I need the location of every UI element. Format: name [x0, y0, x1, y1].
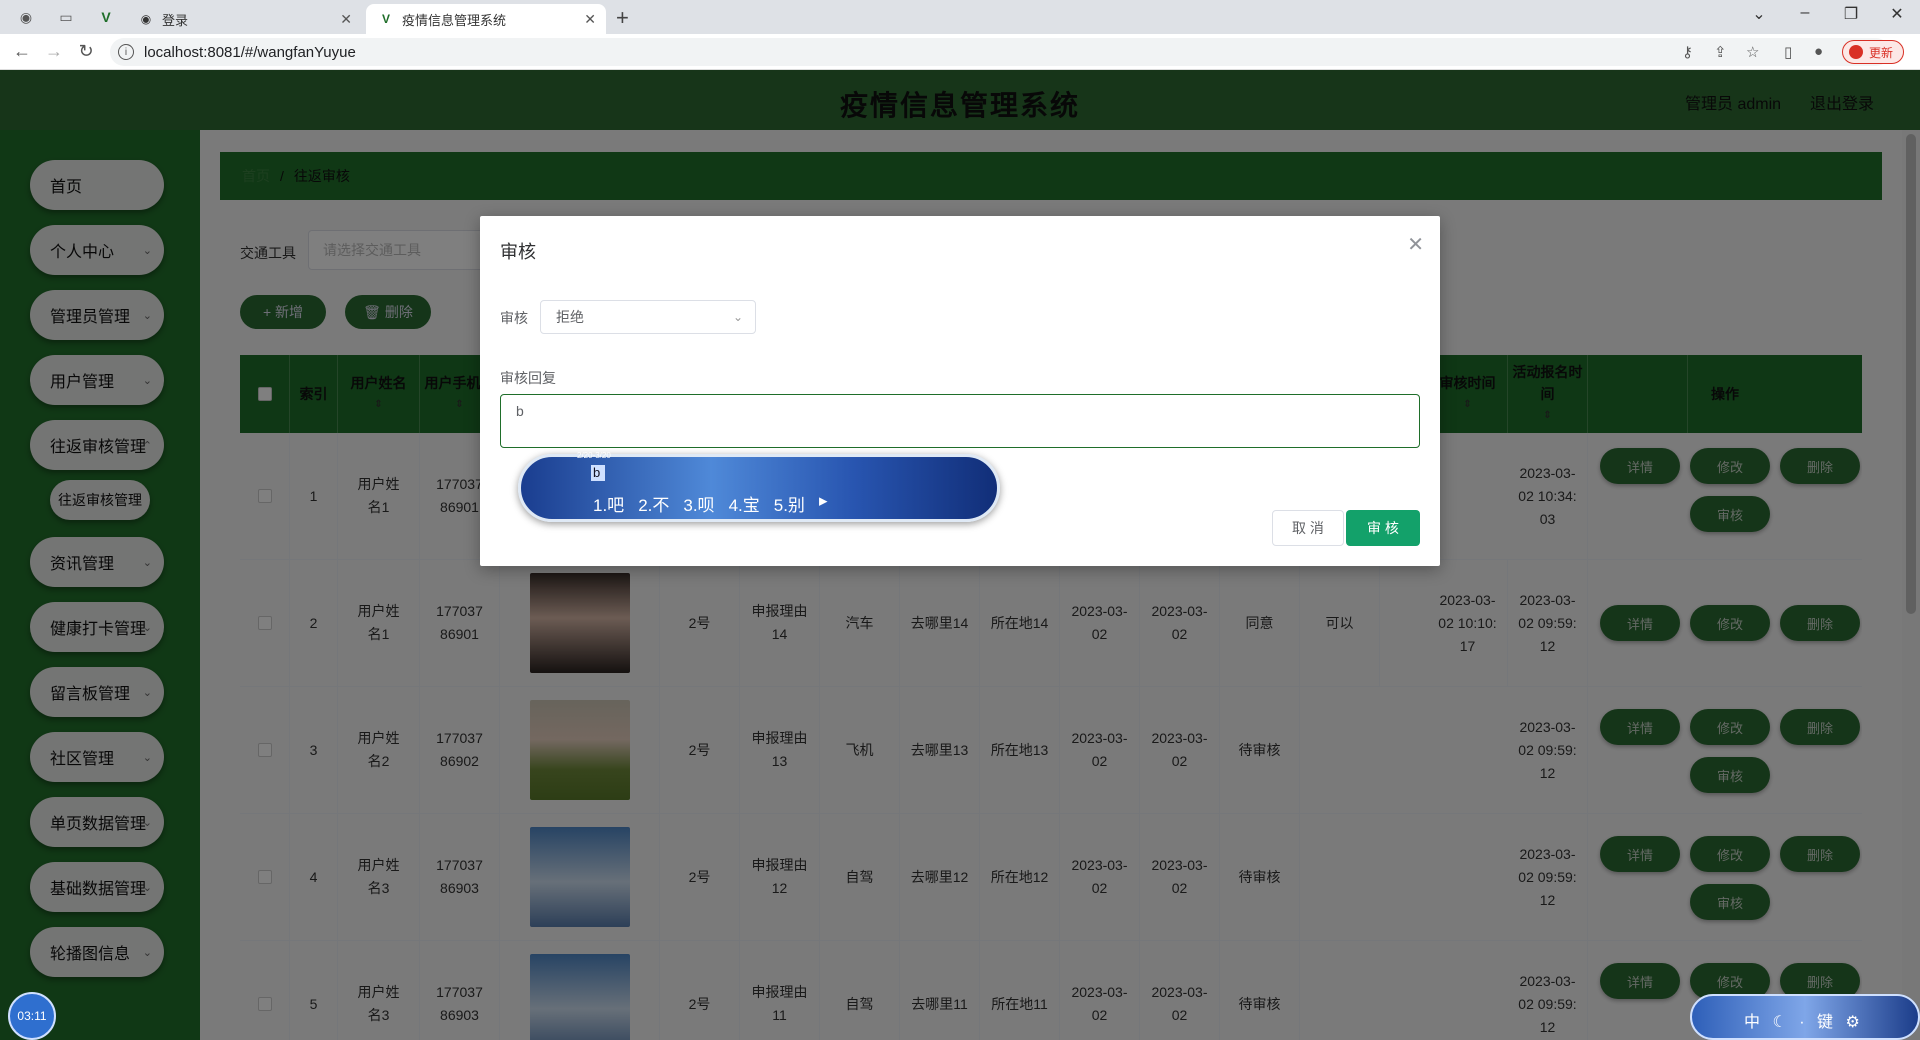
url-field[interactable]: i localhost:8081/#/wangfanYuyue	[110, 38, 1890, 66]
close-icon[interactable]: ✕	[584, 11, 596, 28]
profile-icon[interactable]: ●	[1814, 43, 1823, 60]
audit-select[interactable]: 拒绝 ⌄	[540, 300, 756, 334]
globe-icon: ◉	[140, 12, 152, 26]
ime-candidate-window: 2/20-3/20 b 1.吧 2.不 3.呗 4.宝 5.别 ▸	[518, 451, 1000, 522]
restore-icon[interactable]: ❐	[1836, 4, 1866, 24]
cancel-button[interactable]: 取 消	[1272, 510, 1344, 546]
sidepanel-icon[interactable]: ▯	[1784, 43, 1792, 61]
ime-status-text: 中 ☾ · 键 ⚙	[1744, 1014, 1864, 1031]
tab-label: 疫情信息管理系统	[402, 12, 507, 28]
audit-select-value: 拒绝	[556, 309, 584, 325]
ime-tag: 2/20-3/20	[577, 451, 611, 460]
reply-textarea[interactable]: b	[500, 394, 1420, 448]
forward-icon[interactable]: →	[42, 41, 66, 62]
tab-active[interactable]: V 疫情信息管理系统 ✕	[366, 4, 606, 34]
update-label: 更新	[1869, 45, 1894, 60]
next-page-icon[interactable]: ▸	[819, 491, 828, 516]
back-icon[interactable]: ←	[10, 41, 34, 62]
ime-composition: b	[591, 465, 605, 481]
new-tab-icon[interactable]: +	[616, 5, 629, 31]
chevron-down-icon[interactable]: ⌄	[1744, 4, 1774, 24]
browser-tab-bar: ◉ ▭ V ◉ 登录 ✕ V 疫情信息管理系统 ✕ + ⌄ – ❐ ✕	[0, 0, 1920, 34]
avatar	[1849, 45, 1863, 59]
close-icon[interactable]: ✕	[340, 11, 352, 28]
submit-audit-button[interactable]: 审 核	[1346, 510, 1420, 546]
key-icon[interactable]: ⚷	[1682, 43, 1693, 61]
audit-label: 审核	[500, 310, 528, 326]
ime-candidate[interactable]: 4.宝	[729, 491, 760, 516]
reload-icon[interactable]: ↻	[74, 41, 98, 62]
close-icon[interactable]: ✕	[1407, 232, 1424, 257]
update-button[interactable]: 更新	[1842, 40, 1905, 64]
ime-candidate[interactable]: 3.呗	[683, 491, 714, 516]
tab-login[interactable]: ◉ 登录 ✕	[126, 4, 362, 34]
tab-favicon-icon[interactable]: ▭	[54, 6, 78, 28]
reply-label: 审核回复	[500, 370, 556, 386]
share-icon[interactable]: ⇪	[1714, 43, 1727, 61]
dialog-title: 审核	[500, 242, 536, 262]
recording-timer[interactable]: 03:11	[8, 992, 56, 1040]
tab-label: 登录	[162, 12, 189, 28]
address-bar-row: ← → ↻ i localhost:8081/#/wangfanYuyue ⚷ …	[0, 34, 1920, 70]
ime-candidates: 1.吧 2.不 3.呗 4.宝 5.别 ▸	[593, 491, 827, 516]
ime-status-bar[interactable]: 中 ☾ · 键 ⚙	[1690, 994, 1920, 1040]
close-window-icon[interactable]: ✕	[1882, 4, 1912, 24]
star-icon[interactable]: ☆	[1746, 43, 1759, 61]
ime-candidate[interactable]: 2.不	[638, 491, 669, 516]
vue-icon: V	[381, 12, 390, 26]
vue-tab-icon[interactable]: V	[94, 6, 118, 28]
ime-candidate[interactable]: 5.别	[774, 491, 805, 516]
url-text: localhost:8081/#/wangfanYuyue	[144, 43, 356, 61]
minimize-icon[interactable]: –	[1790, 4, 1820, 22]
chevron-down-icon: ⌄	[732, 310, 743, 324]
tab-favicon-icon[interactable]: ◉	[14, 6, 38, 28]
ime-candidate[interactable]: 1.吧	[593, 491, 624, 516]
info-icon[interactable]: i	[118, 44, 134, 60]
